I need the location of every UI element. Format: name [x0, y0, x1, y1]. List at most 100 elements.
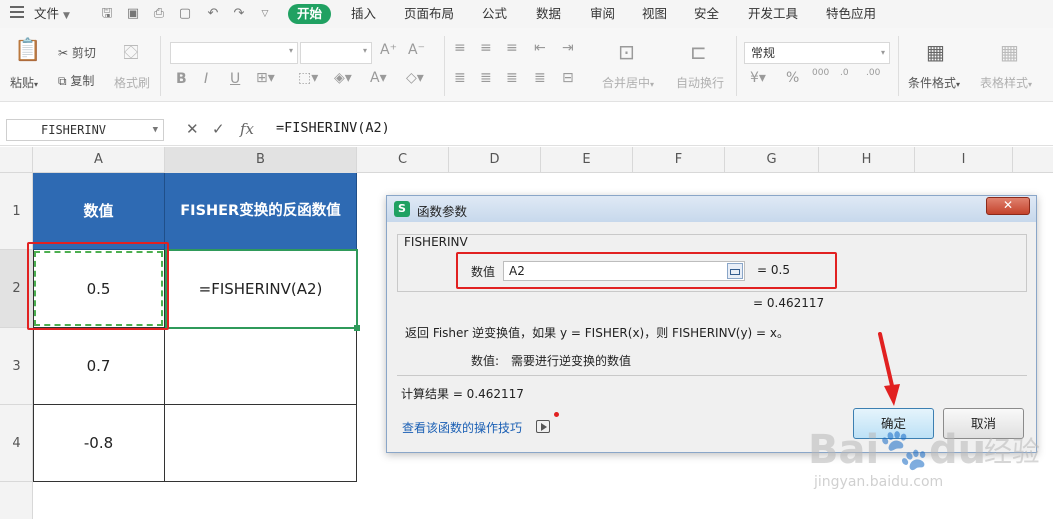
undo-icon[interactable]: ↶ [204, 5, 222, 23]
column-header-d[interactable]: D [449, 147, 541, 173]
annotation-arrow-icon [878, 332, 900, 406]
number-format-select[interactable]: 常规 ▾ [744, 42, 890, 64]
indent-increase-icon[interactable]: ⇥ [562, 40, 574, 56]
copy-button[interactable]: ⧉ 复制 [58, 72, 94, 89]
function-arguments-dialog: S 函数参数 ✕ FISHERINV 数值 A2 = 0.5 = 0.46211… [386, 195, 1037, 453]
row-header-3[interactable]: 3 [0, 328, 33, 405]
copy-icon: ⧉ [58, 74, 67, 88]
tab-formulas[interactable]: 公式 [482, 4, 507, 24]
redo-icon[interactable]: ↷ [230, 5, 248, 23]
thousands-icon[interactable]: 000 [812, 68, 829, 78]
formula-input[interactable]: =FISHERINV(A2) [276, 120, 390, 136]
font-color-icon[interactable]: A▾ [370, 70, 387, 86]
select-all-corner[interactable] [0, 147, 33, 173]
bold-icon[interactable]: B [176, 71, 187, 87]
table-style-button[interactable]: 表格样式▾ [980, 74, 1032, 91]
wrap-text-button[interactable]: 自动换行 [676, 74, 724, 91]
active-cell-outline [165, 249, 358, 329]
row-header-1[interactable]: 1 [0, 173, 33, 250]
column-header-b[interactable]: B [165, 147, 357, 173]
bucket-icon[interactable]: ◈▾ [334, 70, 352, 86]
format-painter-button[interactable]: 格式刷 [114, 74, 150, 91]
column-header-a[interactable]: A [33, 147, 165, 173]
cancel-formula-icon[interactable]: ✕ [186, 120, 199, 138]
column-header-e[interactable]: E [541, 147, 633, 173]
chevron-down-icon: ▾ [650, 80, 655, 89]
row-header-4[interactable]: 4 [0, 405, 33, 482]
align-top-icon[interactable]: ≡ [454, 40, 466, 56]
align-bottom-icon[interactable]: ≡ [506, 40, 518, 56]
fill-color-icon[interactable]: ⬚▾ [298, 70, 318, 86]
column-header-g[interactable]: G [725, 147, 819, 173]
border-icon[interactable]: ⊞▾ [256, 70, 275, 86]
merge-center-button[interactable]: 合并居中▾ [602, 74, 654, 91]
font-size-select[interactable]: ▾ [300, 42, 372, 64]
tab-page-layout[interactable]: 页面布局 [404, 4, 454, 24]
file-menu[interactable]: 文件 ▼ [34, 4, 70, 24]
increase-decimal-icon[interactable]: .0 [840, 68, 849, 78]
italic-icon[interactable]: I [204, 71, 208, 87]
close-button[interactable]: ✕ [986, 197, 1030, 215]
confirm-formula-icon[interactable]: ✓ [212, 120, 225, 138]
save-icon[interactable]: 🖫 [98, 5, 116, 23]
decrease-font-icon[interactable]: A⁻ [408, 42, 425, 58]
indent-decrease-icon[interactable]: ⇤ [534, 40, 546, 56]
print-icon[interactable]: ⎙ [150, 5, 168, 23]
cell-a3[interactable]: 0.7 [33, 328, 165, 405]
column-header-h[interactable]: H [819, 147, 915, 173]
currency-icon[interactable]: ¥▾ [750, 70, 766, 86]
paste-icon[interactable]: 📋 [14, 38, 41, 64]
menu-icon[interactable] [10, 6, 24, 20]
tab-data[interactable]: 数据 [536, 4, 561, 24]
name-box[interactable]: FISHERINV ▼ [6, 119, 164, 141]
cell-b3[interactable] [165, 328, 357, 405]
align-middle-icon[interactable]: ≡ [480, 40, 492, 56]
tab-developer[interactable]: 开发工具 [748, 4, 798, 24]
baidu-watermark: Bai🐾du 经验 jingyan.baidu.com [808, 426, 1048, 496]
chevron-down-icon: ▼ [152, 125, 158, 135]
divider [397, 375, 1027, 376]
fx-button[interactable]: fx [240, 120, 254, 138]
help-link[interactable]: 查看该函数的操作技巧 [402, 419, 522, 436]
preview-icon[interactable]: ▢ [176, 5, 194, 23]
row-headers: 1 2 3 4 [0, 173, 33, 519]
eraser-icon[interactable]: ◇▾ [406, 70, 424, 86]
distribute-icon[interactable]: ⊟ [562, 70, 574, 86]
conditional-format-button[interactable]: 条件格式▾ [908, 74, 960, 91]
percent-icon[interactable]: % [786, 70, 799, 86]
menu-bar: 文件 ▼ 🖫 ▣ ⎙ ▢ ↶ ↷ ▽ 开始 插入 页面布局 公式 数据 审阅 视… [0, 0, 1053, 28]
justify-icon[interactable]: ≣ [534, 70, 546, 86]
cell-a1[interactable]: 数值 [33, 173, 165, 250]
tab-home[interactable]: 开始 [288, 4, 332, 24]
tab-review[interactable]: 审阅 [590, 4, 615, 24]
cell-b4[interactable] [165, 405, 357, 482]
font-name-select[interactable]: ▾ [170, 42, 298, 64]
align-left-icon[interactable]: ≣ [454, 70, 466, 86]
tab-insert[interactable]: 插入 [351, 4, 376, 24]
column-header-f[interactable]: F [633, 147, 725, 173]
argument-description: 需要进行逆变换的数值 [511, 354, 632, 368]
tab-security[interactable]: 安全 [694, 4, 719, 24]
align-right-icon[interactable]: ≣ [506, 70, 518, 86]
align-center-icon[interactable]: ≣ [480, 70, 492, 86]
quick-access-dropdown-icon[interactable]: ▽ [256, 5, 274, 23]
cell-a4[interactable]: -0.8 [33, 405, 165, 482]
chevron-down-icon: ▾ [288, 46, 293, 55]
dialog-title-bar[interactable]: S 函数参数 [387, 196, 1036, 222]
column-header-c[interactable]: C [357, 147, 449, 173]
formula-bar: FISHERINV ▼ ✕ ✓ fx =FISHERINV(A2) [0, 112, 1053, 146]
increase-font-icon[interactable]: A⁺ [380, 42, 397, 58]
tab-features[interactable]: 特色应用 [826, 4, 876, 24]
annotation-highlight-argument [456, 252, 837, 289]
cut-button[interactable]: ✂ 剪切 [58, 44, 96, 61]
paste-button[interactable]: 粘贴▾ [10, 74, 38, 91]
video-tutorial-icon[interactable] [536, 420, 550, 433]
export-icon[interactable]: ▣ [124, 5, 142, 23]
decrease-decimal-icon[interactable]: .00 [866, 68, 880, 78]
watermark-brand-text: Bai [808, 427, 880, 473]
cell-b1[interactable]: FISHER变换的反函数值 [165, 173, 357, 250]
fill-handle[interactable] [354, 325, 360, 331]
column-header-i[interactable]: I [915, 147, 1013, 173]
tab-view[interactable]: 视图 [642, 4, 667, 24]
underline-icon[interactable]: U [230, 71, 240, 87]
